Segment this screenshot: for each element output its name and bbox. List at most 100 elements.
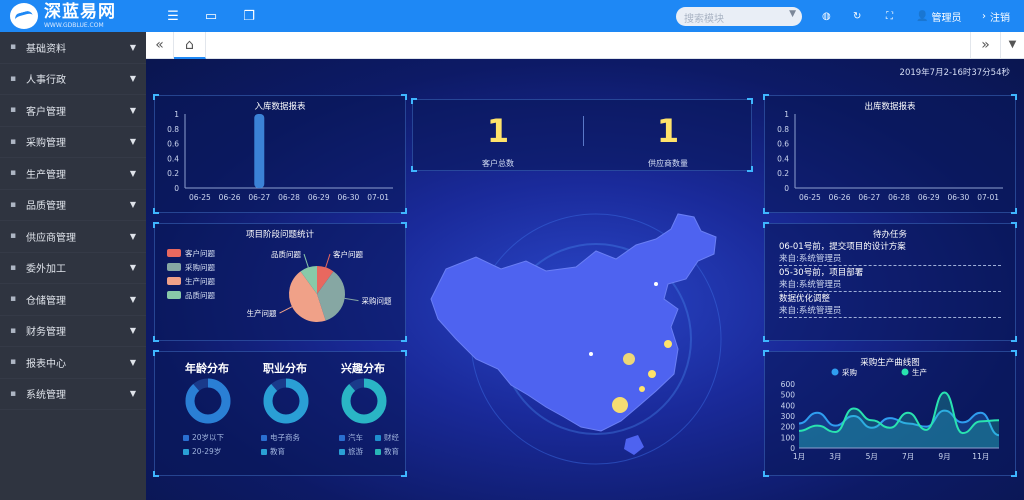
sidebar-item[interactable]: ▪ 财务管理 ▼	[0, 316, 146, 347]
fullscreen-icon[interactable]: ⛶	[886, 0, 893, 32]
chevron-down-icon: ▼	[129, 137, 136, 147]
chevron-down-icon: ▼	[129, 74, 136, 84]
logo-title: 深蓝易网	[44, 1, 116, 22]
sidebar-item[interactable]: ▪ 客户管理 ▼	[0, 95, 146, 127]
sidebar-item-label: 仓储管理	[26, 295, 66, 307]
sidebar-item[interactable]: ▪ 系统管理 ▼	[0, 379, 146, 410]
y-tick-label: 400	[781, 401, 796, 410]
copy-icon[interactable]: ❐	[230, 9, 268, 24]
y-tick-label: 0.4	[777, 154, 789, 163]
sidebar-item-label: 委外加工	[26, 264, 66, 276]
y-tick-label: 0.2	[777, 169, 789, 178]
x-tick-label: 06-28	[888, 193, 910, 202]
customer-count: 1	[486, 112, 510, 150]
menu-toggle-icon[interactable]: ☰	[154, 9, 192, 24]
chevron-down-icon: ▼	[129, 168, 136, 178]
folder-icon: ▪	[10, 231, 17, 242]
box-icon: ▪	[10, 294, 17, 305]
sidebar-item[interactable]: ▪ 采购管理 ▼	[0, 127, 146, 158]
customer-count-stat: 1 客户总数	[413, 100, 583, 172]
tabs-scroll-left-button[interactable]: «	[146, 32, 174, 59]
logo[interactable]: 深蓝易网 WWW.GDBLUE.COM	[0, 0, 146, 32]
y-tick-label: 0.8	[777, 125, 789, 134]
y-tick-label: 100	[781, 433, 796, 442]
user-icon: 👤	[916, 10, 929, 22]
logo-subtitle: WWW.GDBLUE.COM	[44, 21, 104, 29]
tools-icon: ▪	[10, 105, 17, 116]
logout-button[interactable]: › 注销	[982, 0, 1010, 32]
y-tick-label: 300	[781, 412, 796, 421]
customer-count-label: 客户总数	[482, 159, 514, 168]
task-item[interactable]: 05-30号前，项目部署 来自:系统管理员	[779, 266, 1001, 292]
x-tick-label: 06-26	[829, 193, 851, 202]
tabs-menu-button[interactable]: ▼	[1000, 32, 1024, 59]
home-tab[interactable]: ⌂	[174, 32, 206, 59]
x-tick-label: 7月	[902, 452, 914, 461]
legend-swatch	[339, 434, 345, 441]
distribution-legend-item: 财经	[375, 432, 399, 443]
doc-icon: ▪	[10, 168, 17, 179]
sidebar-item-label: 供应商管理	[26, 232, 76, 244]
sidebar-item[interactable]: ▪ 仓储管理 ▼	[0, 284, 146, 316]
user-menu[interactable]: 👤 管理员	[916, 0, 961, 32]
search-input[interactable]: 搜索模块 ▼	[676, 7, 802, 26]
sidebar-item[interactable]: ▪ 人事行政 ▼	[0, 64, 146, 95]
distribution-title: 职业分布	[263, 362, 307, 375]
x-tick-label: 06-25	[799, 193, 821, 202]
pie-label-line	[279, 306, 293, 314]
tabs-scroll-right-button[interactable]: »	[970, 32, 1000, 59]
refresh-icon[interactable]: ↻	[853, 0, 861, 32]
sidebar-item[interactable]: ▪ 生产管理 ▼	[0, 158, 146, 190]
dashboard: 2019年7月2-16时37分54秒 入库数据报表 0 0.2 0.4 0.6 0.8 1…	[146, 59, 1024, 500]
tasks-title: 待办任务	[872, 230, 907, 240]
sidebar-item-label: 报表中心	[26, 358, 66, 370]
link-icon: ▪	[10, 262, 17, 273]
sidebar-item[interactable]: ▪ 委外加工 ▼	[0, 253, 146, 284]
distribution-ring-chart	[263, 378, 309, 424]
inbound-bar-chart: 0 0.2 0.4 0.6 0.8 1 06-25 06-26 06-27 06-28 06-29 0…	[167, 110, 393, 202]
task-item[interactable]: 数据优化调整 来自:系统管理员	[779, 292, 1001, 318]
x-tick-label: 06-29	[308, 193, 330, 202]
distribution-legend-item: 电子商务	[261, 432, 300, 443]
distribution-title: 兴趣分布	[341, 362, 385, 375]
y-tick-label: 0.4	[167, 154, 179, 163]
x-tick-label: 07-01	[977, 193, 999, 202]
chevron-down-icon: ▼	[789, 9, 796, 19]
sidebar-item-label: 品质管理	[26, 201, 66, 213]
legend-swatch	[261, 448, 267, 455]
y-tick-label: 0.6	[167, 140, 179, 149]
pie-label-line	[344, 297, 359, 302]
x-tick-label: 9月	[938, 452, 950, 461]
supplier-count-stat: 1 供应商数量	[583, 100, 753, 172]
task-item[interactable]: 06-01号前，提交项目的设计方案 来自:系统管理员	[779, 240, 1001, 266]
coin-icon: ▪	[10, 325, 17, 336]
sidebar-item[interactable]: ▪ 供应商管理 ▼	[0, 221, 146, 253]
sidebar-item[interactable]: ▪ 报表中心 ▼	[0, 347, 146, 379]
x-tick-label: 11月	[972, 452, 989, 461]
chevron-down-icon: ▼	[129, 263, 136, 273]
distribution-legend-item: 旅游	[339, 446, 363, 457]
x-tick-label: 06-25	[189, 193, 211, 202]
issues-pie-chart: 客户问题采购问题生产问题 品质问题	[247, 249, 392, 322]
chevron-down-icon: ▼	[129, 357, 136, 367]
x-tick-label: 3月	[829, 452, 841, 461]
y-tick-label: 1	[784, 110, 789, 119]
distribution-legend-item: 20-29岁	[183, 446, 221, 457]
user-name: 管理员	[931, 12, 962, 24]
x-tick-label: 06-26	[219, 193, 241, 202]
y-tick-label: 600	[781, 380, 796, 389]
x-tick-label: 07-01	[367, 193, 389, 202]
globe-icon[interactable]: ◍	[822, 0, 831, 32]
y-tick-label: 0	[784, 184, 789, 193]
distribution-legend-item: 汽车	[339, 432, 363, 443]
window-icon[interactable]: ▭	[192, 9, 230, 24]
current-time: 2019年7月2-16时37分54秒	[899, 68, 1010, 78]
sidebar-item[interactable]: ▪ 品质管理 ▼	[0, 190, 146, 221]
legend-label: 生产	[912, 367, 927, 377]
x-tick-label: 06-30	[338, 193, 360, 202]
x-tick-label: 06-30	[948, 193, 970, 202]
logo-mark-icon	[10, 3, 38, 29]
y-tick-label: 0.2	[167, 169, 179, 178]
sidebar-item[interactable]: ▪ 基础资料 ▼	[0, 32, 146, 64]
distribution-ring-chart	[185, 378, 231, 424]
